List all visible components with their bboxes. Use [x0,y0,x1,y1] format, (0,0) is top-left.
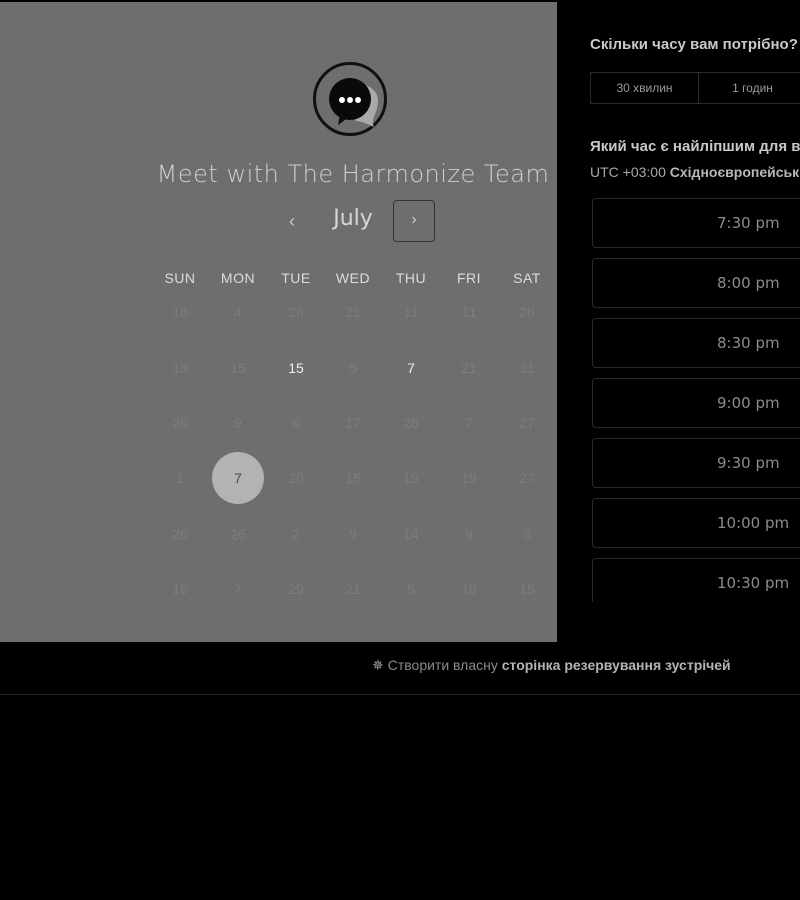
calendar-day[interactable]: 18 [449,579,489,599]
weekday-fri: FRI [456,270,482,286]
duration-tab-30min[interactable]: 30 хвилин [591,73,699,103]
calendar-day[interactable]: 27 [507,413,547,433]
weekday-sat: SAT [513,270,541,286]
duration-tab-1hour[interactable]: 1 годин [699,73,800,103]
calendar-day[interactable]: 9 [333,524,373,544]
calendar-day[interactable]: 15 [218,358,258,378]
calendar-day[interactable]: 9 [218,413,258,433]
booking-panel: Скільки часу вам потрібно? 30 хвилин 1 г… [557,0,800,642]
calendar-day[interactable]: 16 [160,579,200,599]
calendar-day[interactable]: 15 [333,468,373,488]
calendar-day[interactable]: 5 [333,358,373,378]
calendar-panel: Meet with The Harmonize Team ‹ July › SU… [0,2,557,642]
calendar-day[interactable]: 21 [333,302,373,322]
calendar-day[interactable]: 11 [449,302,489,322]
calendar-day[interactable]: 1 [160,468,200,488]
calendar-day[interactable]: 9 [449,524,489,544]
time-slot[interactable]: 8:30 pm [592,318,800,368]
calendar-day[interactable]: 19 [449,468,489,488]
time-slot[interactable]: 10:30 pm [592,558,800,602]
calendar-day[interactable]: 17 [333,413,373,433]
time-slot[interactable]: 7:30 pm [592,198,800,248]
time-slot[interactable]: 8:00 pm [592,258,800,308]
calendar-day[interactable]: 7 [449,413,489,433]
time-slot[interactable]: 10:00 pm [592,498,800,548]
time-slot[interactable]: 9:00 pm [592,378,800,428]
calendar-day[interactable]: 6 [276,413,316,433]
duration-selector: 30 хвилин 1 годин [590,72,800,104]
next-month-button[interactable]: › [393,200,435,242]
timezone-label[interactable]: UTC +03:00 Східноєвропейський час [590,164,800,180]
calendar-day[interactable]: 11 [391,302,431,322]
weekday-thu: THU [395,270,427,286]
weekday-mon: MON [220,270,256,286]
chat-bubble-logo-icon [313,62,387,136]
prev-month-button[interactable]: ‹ [278,204,306,238]
hubspot-sprocket-icon: ✵ [372,657,384,673]
calendar-day[interactable]: 5 [391,579,431,599]
month-label: July [333,206,373,231]
calendar-day[interactable]: 26 [160,524,200,544]
time-slot-list: 7:30 pm 8:00 pm 8:30 pm 9:00 pm 9:30 pm 10:00… [592,196,800,602]
weekday-tue: TUE [281,270,311,286]
calendar-day[interactable]: 28 [276,302,316,322]
timezone-offset: UTC +03:00 [590,164,666,180]
time-slot[interactable]: 9:30 pm [592,438,800,488]
timezone-name: Східноєвропейський час [669,164,800,180]
calendar-day[interactable]: 27 [507,468,547,488]
footer-bold-link[interactable]: сторінка резервування зустрічей [502,657,731,673]
calendar-day[interactable]: 28 [507,302,547,322]
calendar-day[interactable]: 28 [391,413,431,433]
footer-link[interactable]: ✵ Створити власну сторінка резервування з… [372,657,731,674]
calendar-day[interactable]: 4 [218,302,258,322]
calendar-day[interactable]: 14 [391,524,431,544]
calendar-day[interactable]: 7 [391,358,431,378]
selected-day[interactable]: 7 [212,452,264,504]
duration-question: Скільки часу вам потрібно? [590,36,798,53]
calendar-day[interactable]: 20 [276,468,316,488]
calendar-day[interactable]: 21 [449,358,489,378]
calendar-day[interactable]: 16 [160,302,200,322]
calendar-day[interactable]: 21 [333,579,373,599]
calendar-day[interactable]: 19 [391,468,431,488]
calendar-day[interactable]: 15 [276,358,316,378]
calendar-day[interactable]: 3 [507,524,547,544]
calendar-day[interactable]: 7 [218,579,258,599]
calendar-day[interactable]: 15 [507,579,547,599]
calendar-day[interactable]: 29 [276,579,316,599]
footer-prefix: Створити власну [387,657,498,673]
calendar-day[interactable]: 26 [160,413,200,433]
weekday-sun: SUN [164,270,196,286]
time-question: Який час є найліпшим для вас? [590,138,800,155]
calendar-day[interactable]: 2 [276,524,316,544]
calendar-day[interactable]: 31 [507,358,547,378]
weekday-wed: WED [335,270,371,286]
calendar-day[interactable]: 13 [160,358,200,378]
calendar-day[interactable]: 26 [218,524,258,544]
